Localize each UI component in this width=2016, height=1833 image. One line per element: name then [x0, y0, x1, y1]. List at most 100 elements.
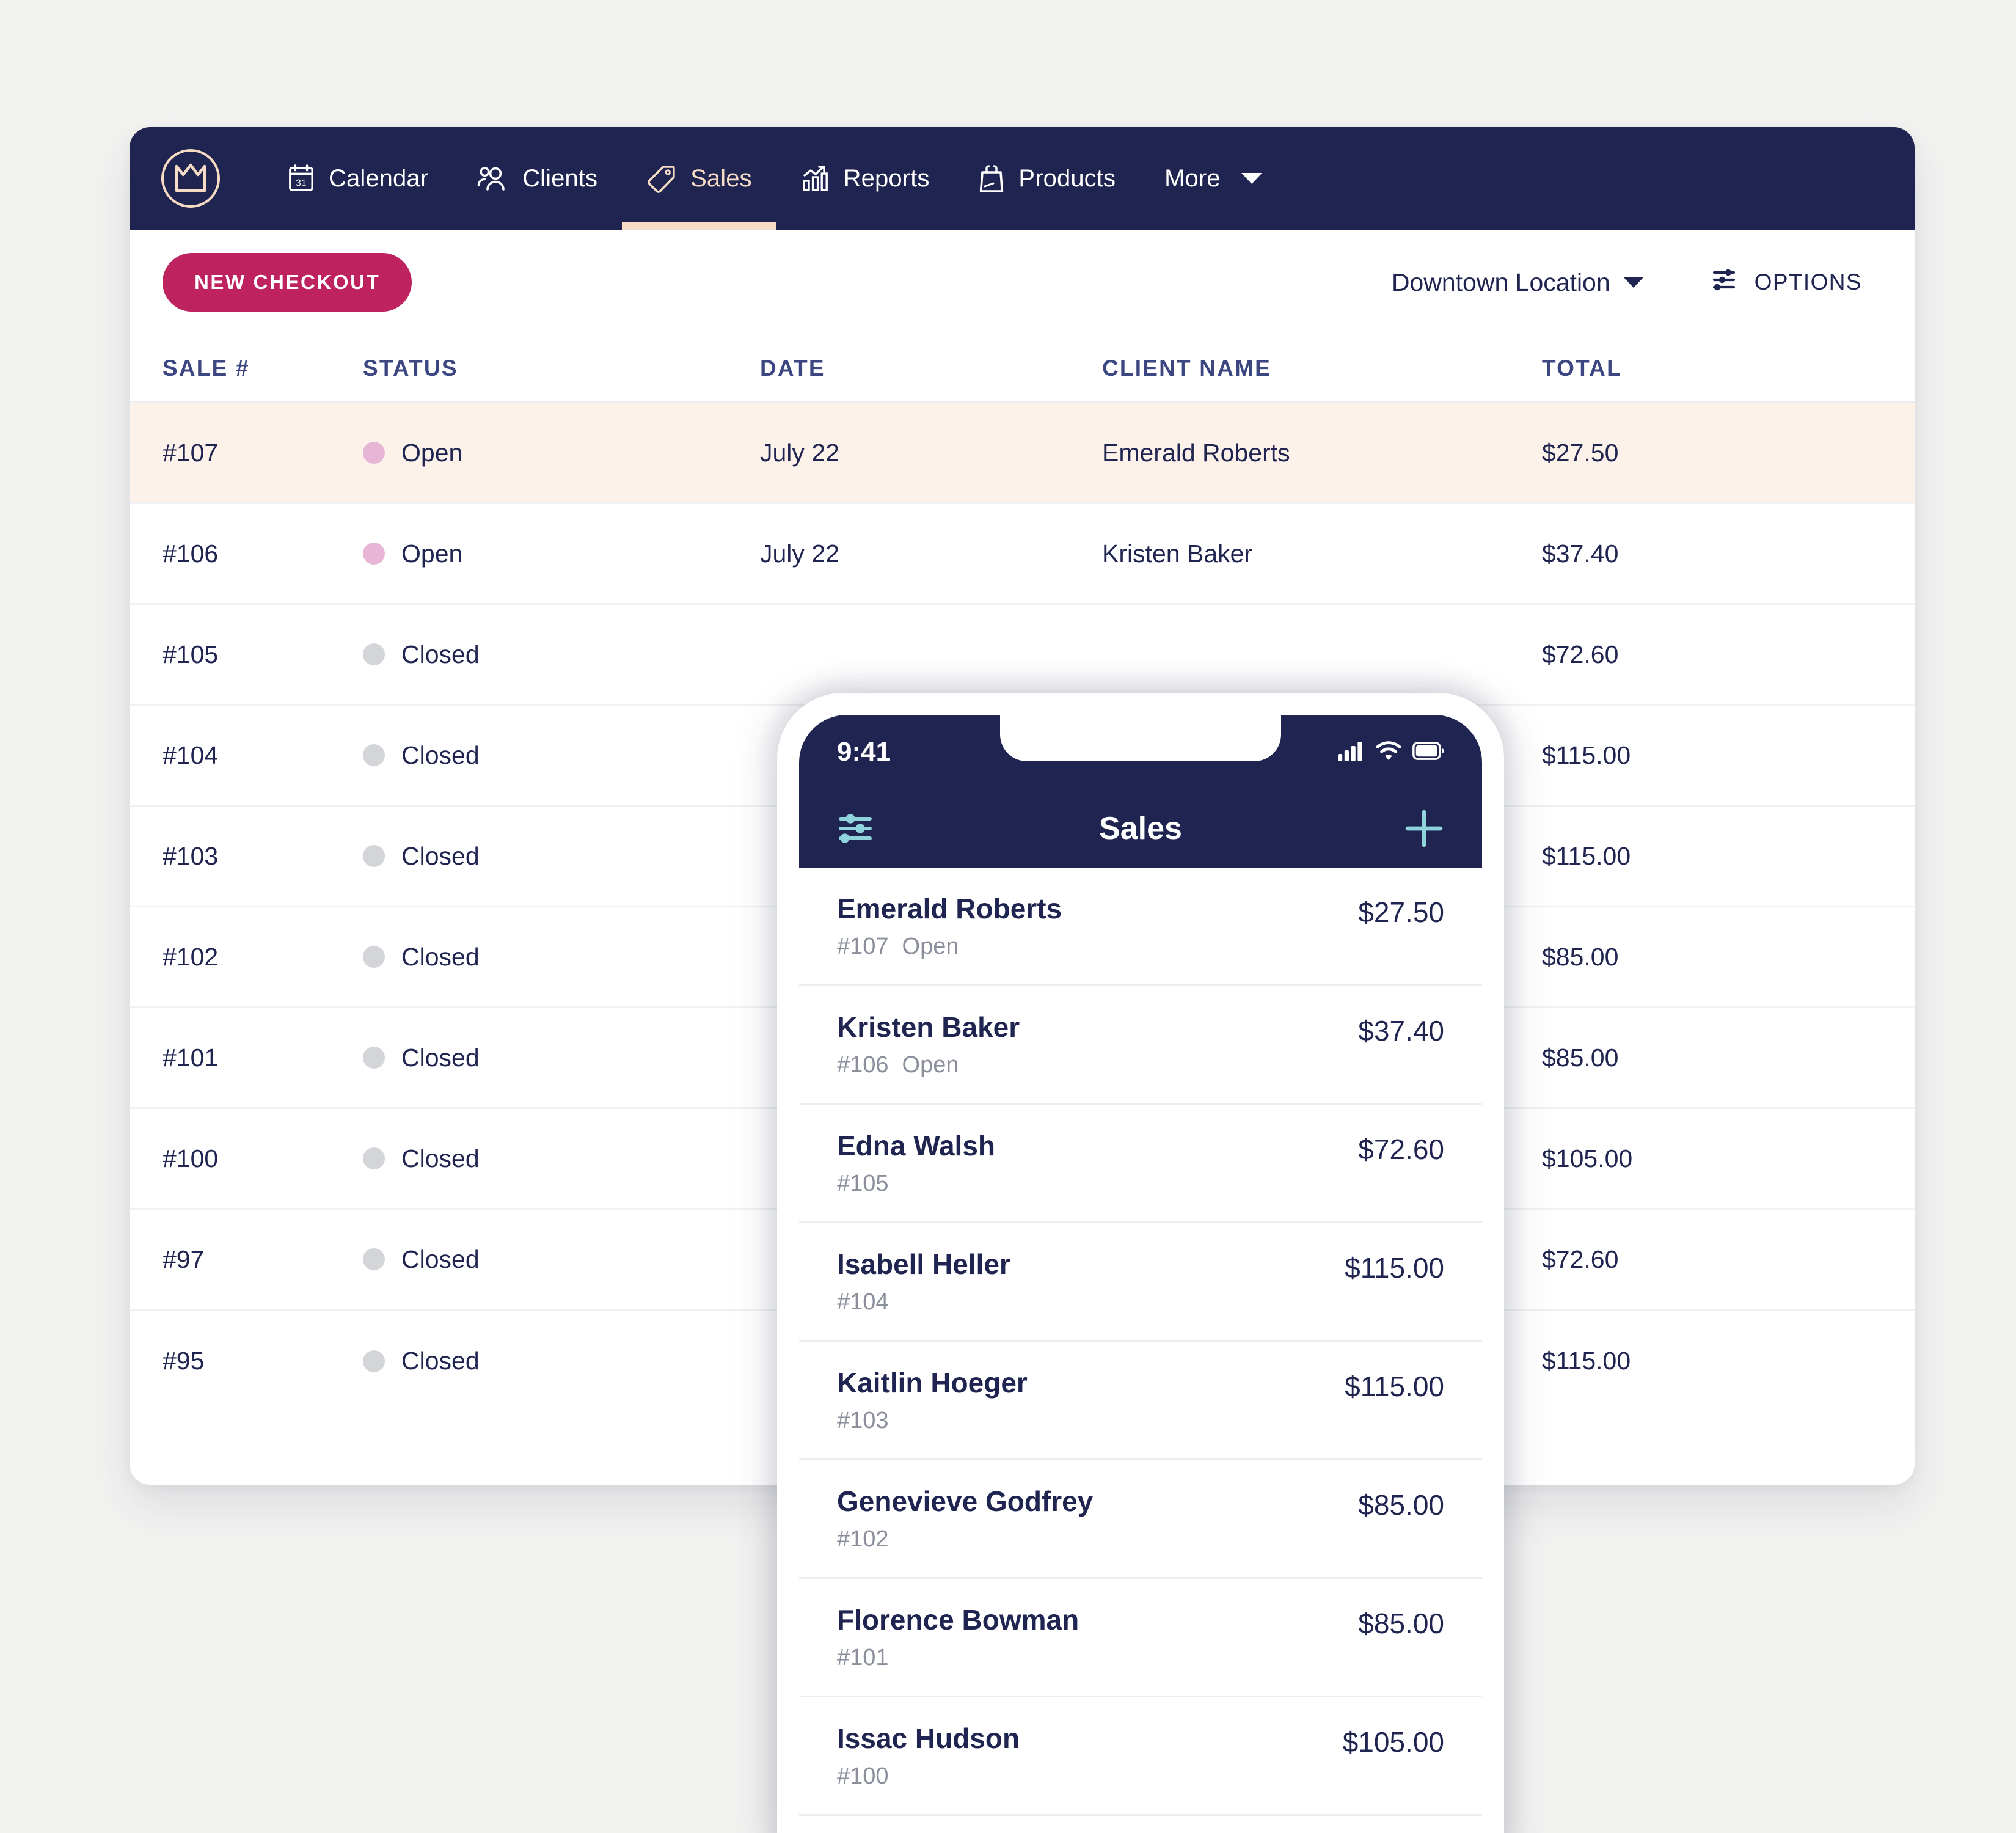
- cell-status: Open: [363, 540, 760, 568]
- phone-sales-list: Emerald Roberts #107 Open $27.50 Kristen Bak…: [799, 868, 1482, 1816]
- list-item-meta: #106 Open: [837, 1052, 1358, 1078]
- chevron-down-icon: [1241, 173, 1262, 184]
- monogram-m-logo[interactable]: [161, 149, 220, 208]
- list-item[interactable]: Emerald Roberts #107 Open $27.50: [799, 868, 1482, 986]
- new-checkout-button[interactable]: NEW CHECKOUT: [163, 253, 412, 312]
- nav-label-products: Products: [1018, 164, 1116, 192]
- nav-item-more[interactable]: More: [1140, 127, 1287, 230]
- status-dot-icon: [363, 1350, 385, 1372]
- cell-status: Open: [363, 439, 760, 467]
- list-item-amount: $105.00: [1342, 1726, 1444, 1758]
- status-dot-icon: [363, 845, 385, 867]
- column-header-total[interactable]: TOTAL: [1542, 356, 1915, 381]
- list-item-amount: $115.00: [1345, 1370, 1444, 1402]
- sliders-icon[interactable]: [837, 811, 874, 846]
- cell-total: $37.40: [1542, 539, 1619, 568]
- list-item-amount: $72.60: [1358, 1133, 1444, 1165]
- nav-label-calendar: Calendar: [329, 164, 429, 192]
- status-label: Closed: [401, 640, 480, 668]
- cell-sale-number: #106: [163, 539, 219, 568]
- status-bar-icons: [1338, 741, 1444, 764]
- status-label: Closed: [401, 841, 480, 870]
- list-item[interactable]: Kaitlin Hoeger #103 $115.00: [799, 1342, 1482, 1460]
- status-dot-icon: [363, 643, 385, 665]
- nav-item-reports[interactable]: Reports: [776, 127, 954, 230]
- status-bar-time: 9:41: [837, 737, 891, 767]
- list-item[interactable]: Genevieve Godfrey #102 $85.00: [799, 1460, 1482, 1579]
- cell-client-name: Kristen Baker: [1102, 539, 1253, 568]
- screenshot-stage: 31 Calendar Clients Sales Reports Produc…: [0, 0, 2016, 1833]
- list-item-sale-number: #100: [837, 1763, 889, 1789]
- cell-status: Closed: [363, 1044, 760, 1072]
- list-item[interactable]: Kristen Baker #106 Open $37.40: [799, 986, 1482, 1105]
- cell-total: $72.60: [1542, 1245, 1619, 1273]
- list-item[interactable]: Isabell Heller #104 $115.00: [799, 1223, 1482, 1342]
- nav-label-clients: Clients: [522, 164, 598, 192]
- status-label: Closed: [401, 1245, 480, 1273]
- list-item-sale-number: #105: [837, 1171, 889, 1196]
- sliders-icon: [1712, 266, 1740, 299]
- column-header-status[interactable]: STATUS: [363, 356, 760, 381]
- cell-sale-number: #107: [163, 438, 219, 467]
- cell-status: Closed: [363, 943, 760, 971]
- clients-icon: [477, 165, 509, 192]
- list-item-client-name: Kristen Baker: [837, 1011, 1020, 1043]
- column-header-sale[interactable]: SALE #: [163, 356, 363, 381]
- cell-total: $27.50: [1542, 438, 1619, 467]
- cell-sale-number: #97: [163, 1245, 205, 1273]
- list-item-meta: #105: [837, 1171, 1358, 1197]
- list-item-sale-number: #102: [837, 1526, 889, 1552]
- sales-toolbar: NEW CHECKOUT Downtown Location OPTIONS: [130, 230, 1915, 335]
- table-row[interactable]: #105 Closed $72.60: [130, 605, 1915, 706]
- cell-status: Closed: [363, 640, 760, 669]
- nav-item-clients[interactable]: Clients: [453, 127, 622, 230]
- options-label: OPTIONS: [1754, 269, 1862, 295]
- list-item-meta: #103: [837, 1408, 1345, 1434]
- column-header-date[interactable]: DATE: [760, 356, 1102, 381]
- list-item-amount: $85.00: [1358, 1608, 1444, 1639]
- list-item-meta: #102: [837, 1526, 1358, 1553]
- list-item-meta: #104: [837, 1289, 1345, 1315]
- cell-date: July 22: [760, 438, 839, 467]
- cell-status: Closed: [363, 842, 760, 871]
- list-item-sale-number: #107: [837, 934, 889, 959]
- nav-item-calendar[interactable]: 31 Calendar: [263, 127, 453, 230]
- list-item-meta: #101: [837, 1645, 1358, 1671]
- phone-status-bar: 9:41: [799, 715, 1482, 789]
- list-item-status: Open: [902, 1052, 959, 1078]
- options-button[interactable]: OPTIONS: [1712, 266, 1862, 299]
- list-item-text: Emerald Roberts #107 Open: [837, 892, 1358, 960]
- cell-total: $115.00: [1542, 741, 1631, 769]
- list-item-amount: $37.40: [1358, 1015, 1444, 1047]
- list-item[interactable]: Florence Bowman #101 $85.00: [799, 1579, 1482, 1697]
- list-item-client-name: Issac Hudson: [837, 1722, 1020, 1754]
- list-item-text: Florence Bowman #101: [837, 1603, 1358, 1671]
- status-dot-icon: [363, 744, 385, 766]
- cell-sale-number: #101: [163, 1043, 219, 1072]
- cell-sale-number: #104: [163, 741, 219, 769]
- nav-item-products[interactable]: Products: [954, 127, 1140, 230]
- phone-screen: 9:41 Sales Emerald Roberts #107 Open $27…: [799, 715, 1482, 1833]
- phone-screen-title: Sales: [1099, 811, 1182, 846]
- nav-item-sales[interactable]: Sales: [622, 127, 776, 230]
- list-item[interactable]: Edna Walsh #105 $72.60: [799, 1105, 1482, 1223]
- status-dot-icon: [363, 442, 385, 464]
- phone-header: 9:41 Sales: [799, 715, 1482, 868]
- phone-nav-bar: Sales: [799, 789, 1482, 868]
- status-dot-icon: [363, 1047, 385, 1069]
- status-label: Closed: [401, 942, 480, 971]
- list-item-client-name: Emerald Roberts: [837, 893, 1062, 924]
- table-row[interactable]: #106 Open July 22 Kristen Baker $37.40: [130, 504, 1915, 605]
- table-row[interactable]: #107 Open July 22 Emerald Roberts $27.50: [130, 403, 1915, 504]
- cell-total: $72.60: [1542, 640, 1619, 668]
- list-item[interactable]: Issac Hudson #100 $105.00: [799, 1697, 1482, 1816]
- list-item-client-name: Florence Bowman: [837, 1604, 1079, 1636]
- status-label: Closed: [401, 1347, 480, 1375]
- cell-sale-number: #105: [163, 640, 219, 668]
- cell-status: Closed: [363, 1347, 760, 1375]
- list-item-text: Edna Walsh #105: [837, 1129, 1358, 1197]
- shopping-bag-icon: [978, 163, 1005, 194]
- location-dropdown[interactable]: Downtown Location: [1392, 268, 1643, 297]
- column-header-client[interactable]: CLIENT NAME: [1102, 356, 1542, 381]
- plus-icon[interactable]: [1404, 808, 1444, 849]
